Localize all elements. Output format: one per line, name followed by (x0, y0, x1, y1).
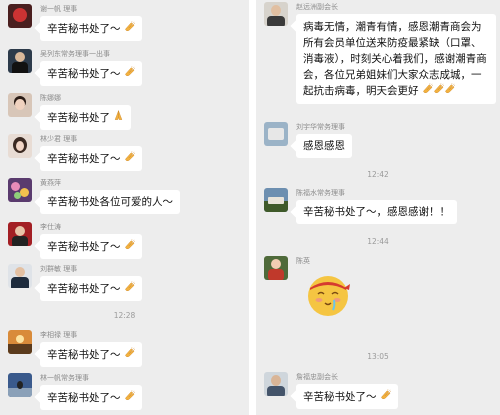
sender-name: 李仕涛 (40, 223, 61, 231)
clap-hands-icon (124, 281, 135, 292)
sender-name: 李相禄 理事 (40, 331, 78, 339)
clap-hands-icon (444, 83, 455, 94)
clap-hands-icon (124, 21, 135, 32)
sender-name: 陈娜娜 (40, 94, 61, 102)
message-text: 辛苦秘书处了 (47, 112, 110, 124)
avatar[interactable] (8, 4, 32, 28)
sender-name: 林一帆常务理事 (40, 374, 89, 382)
clap-hands-icon (124, 151, 135, 162)
clap-hands-icon (124, 66, 135, 77)
avatar[interactable] (264, 122, 288, 146)
message-text: 辛苦秘书处了～ (47, 23, 121, 35)
sender-name: 黄燕萍 (40, 179, 61, 187)
sender-name: 刘群敏 理事 (40, 265, 78, 273)
sender-name: 赵远洲副会长 (296, 3, 338, 11)
timestamp: 12:28 (113, 311, 136, 320)
avatar[interactable] (8, 222, 32, 246)
timestamp: 12:44 (367, 237, 389, 246)
timestamp: 13:05 (367, 352, 389, 361)
avatar[interactable] (8, 134, 32, 158)
message-bubble[interactable]: 病毒无情，潮青有情，感恩潮青商会为所有会员单位送来防疫最紧缺（口罩、消毒液），时… (296, 14, 496, 104)
message-bubble[interactable]: 辛苦秘书处了～，感恩感谢！！ (296, 200, 457, 224)
message-bubble[interactable]: 辛苦秘书处了 (40, 105, 132, 130)
sender-name: 谢一帆 理事 (40, 5, 78, 13)
sender-name: 陈英 (296, 257, 310, 265)
message-text: 辛苦秘书处了～ (47, 241, 121, 253)
message-text: 辛苦秘书处了～ (47, 283, 121, 295)
avatar[interactable] (8, 373, 32, 397)
message-text: 辛苦秘书处了～ (47, 349, 121, 361)
message-text: 辛苦秘书处了～，感恩感谢！！ (303, 206, 450, 218)
avatar[interactable] (8, 178, 32, 202)
message-bubble[interactable]: 辛苦秘书处了～ (296, 384, 398, 409)
message-bubble[interactable]: 辛苦秘书处了～ (40, 146, 142, 171)
message-bubble[interactable]: 感恩感恩 (296, 134, 352, 158)
avatar[interactable] (264, 2, 288, 26)
clap-hands-icon (124, 347, 135, 358)
chat-panel-right[interactable]: 赵远洲副会长 病毒无情，潮青有情，感恩潮青商会为所有会员单位送来防疫最紧缺（口罩… (256, 0, 500, 415)
message-text: 辛苦秘书处了～ (303, 391, 377, 403)
clap-hands-icon (433, 83, 444, 94)
message-text: 感恩感恩 (303, 140, 345, 152)
clap-hands-icon (422, 83, 433, 94)
avatar[interactable] (8, 264, 32, 288)
message-bubble[interactable]: 辛苦秘书处各位可爱的人～ (40, 190, 180, 214)
sender-name: 陈福水常务理事 (296, 189, 345, 197)
sender-name: 刘宇华常务理事 (296, 123, 345, 131)
clap-hands-icon (380, 389, 391, 400)
message-text: 辛苦秘书处各位可爱的人～ (47, 196, 173, 208)
pray-hands-icon (113, 110, 124, 121)
sender-name: 詹福忠副会长 (296, 373, 338, 381)
chat-panel-left[interactable]: 谢一帆 理事 辛苦秘书处了～ 吴列东常务理事一出事 辛苦秘书处了～ 陈娜娜 辛苦… (0, 0, 249, 415)
clap-hands-icon (124, 390, 135, 401)
clap-hands-icon (124, 239, 135, 250)
message-text: 辛苦秘书处了～ (47, 68, 121, 80)
sender-name: 吴列东常务理事一出事 (40, 50, 110, 58)
avatar[interactable] (264, 188, 288, 212)
avatar[interactable] (8, 93, 32, 117)
message-text: 病毒无情，潮青有情，感恩潮青商会为所有会员单位送来防疫最紧缺（口罩、消毒液），时… (303, 21, 487, 97)
message-bubble[interactable]: 辛苦秘书处了～ (40, 16, 142, 41)
message-text: 辛苦秘书处了～ (47, 392, 121, 404)
avatar[interactable] (8, 330, 32, 354)
avatar[interactable] (264, 372, 288, 396)
timestamp: 12:42 (367, 170, 389, 179)
message-bubble[interactable]: 辛苦秘书处了～ (40, 61, 142, 86)
message-bubble[interactable]: 辛苦秘书处了～ (40, 234, 142, 259)
sender-name: 林少君 理事 (40, 135, 78, 143)
avatar[interactable] (8, 49, 32, 73)
avatar[interactable] (264, 256, 288, 280)
message-bubble[interactable]: 辛苦秘书处了～ (40, 276, 142, 301)
message-bubble[interactable]: 辛苦秘书处了～ (40, 342, 142, 367)
message-text: 辛苦秘书处了～ (47, 153, 121, 165)
message-bubble[interactable]: 辛苦秘书处了～ (40, 385, 142, 410)
blush-face-sticker[interactable] (304, 270, 352, 318)
